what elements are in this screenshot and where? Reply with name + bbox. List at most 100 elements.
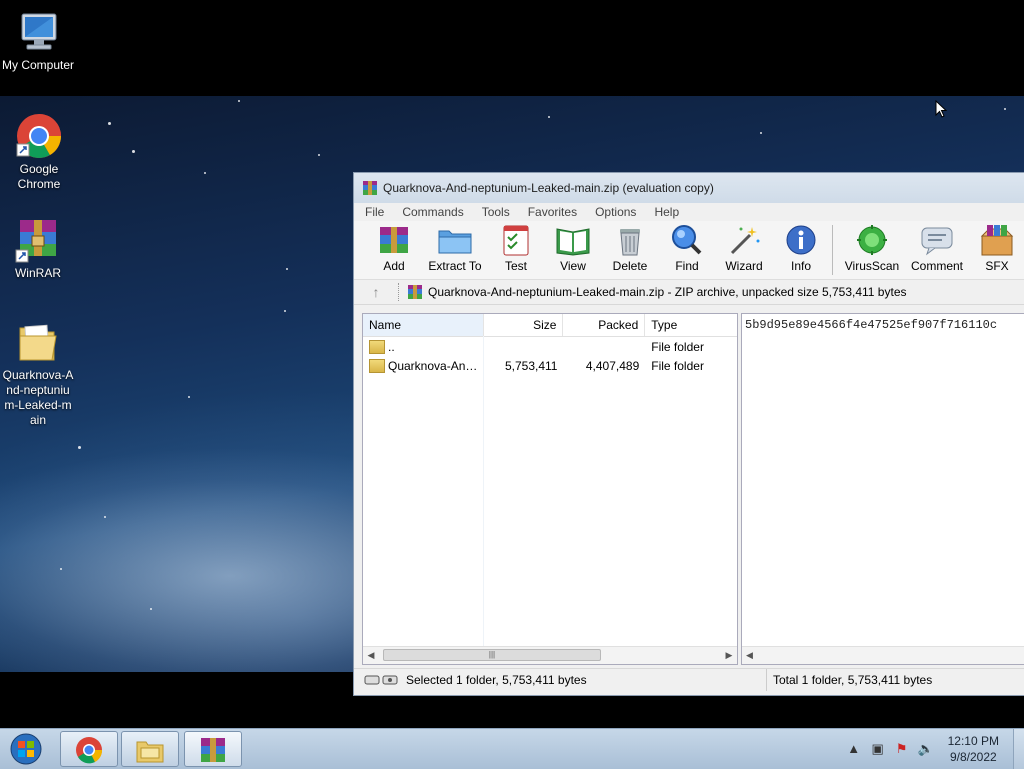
zip-archive-icon (408, 285, 422, 299)
wizard-button[interactable]: Wizard (716, 223, 772, 279)
column-name[interactable]: Name (363, 314, 484, 336)
sfx-box-icon (979, 223, 1015, 257)
chrome-icon (76, 737, 103, 764)
desktop-icon-google-chrome[interactable]: Google Chrome (0, 112, 78, 192)
scroll-left-icon[interactable]: ◀ (363, 647, 379, 664)
book-icon (555, 223, 591, 257)
table-row[interactable]: Quarknova-And... 5,753,411 4,407,489 Fil… (363, 356, 737, 375)
scroll-right-icon[interactable]: ▶ (721, 647, 737, 664)
magnifier-icon (669, 223, 705, 257)
folder-icon (14, 318, 62, 366)
system-tray: ▲ ▣ ⚑ 🔈 12:10 PM 9/8/2022 (846, 729, 1024, 769)
add-icon (376, 223, 412, 257)
desktop-icon-folder[interactable]: Quarknova-And-neptunium-Leaked-main (0, 318, 76, 428)
desktop: My Computer Google Chrome WinRAR Quarkno… (0, 0, 1024, 728)
winrar-icon (14, 216, 62, 264)
desktop-icon-my-computer[interactable]: My Computer (0, 8, 76, 73)
menu-tools[interactable]: Tools (479, 205, 513, 219)
status-selected: Selected 1 folder, 5,753,411 bytes (406, 673, 587, 687)
drive-icon (364, 675, 398, 685)
up-arrow-icon[interactable]: ↑ (364, 284, 388, 300)
taskbar-file-explorer[interactable] (121, 731, 179, 767)
volume-icon[interactable]: 🔈 (918, 741, 934, 757)
row-packed: 4,407,489 (585, 358, 640, 373)
title-bar[interactable]: Quarknova-And-neptunium-Leaked-main.zip … (354, 173, 1024, 203)
show-hidden-icons-icon[interactable]: ▲ (846, 741, 862, 757)
status-total: Total 1 folder, 5,753,411 bytes (766, 669, 932, 691)
column-packed[interactable]: Packed (563, 314, 646, 336)
action-center-flag-icon[interactable]: ⚑ (894, 741, 910, 757)
address-text[interactable]: Quarknova-And-neptunium-Leaked-main.zip … (428, 285, 907, 299)
comment-text: 5b9d95e89e4566f4e47525ef907f716110c (745, 318, 998, 332)
trash-icon (612, 223, 648, 257)
delete-button[interactable]: Delete (602, 223, 658, 279)
clock[interactable]: 12:10 PM 9/8/2022 (948, 733, 999, 765)
start-button[interactable] (8, 733, 44, 765)
comment-icon (919, 223, 955, 257)
column-type[interactable]: Type (645, 314, 737, 336)
taskbar: ▲ ▣ ⚑ 🔈 12:10 PM 9/8/2022 (0, 728, 1024, 769)
info-icon (783, 223, 819, 257)
desktop-icon-label: Google Chrome (17, 162, 61, 191)
row-type: File folder (651, 339, 704, 354)
virusscan-button[interactable]: VirusScan (839, 223, 905, 279)
status-bar: Selected 1 folder, 5,753,411 bytes Total… (354, 668, 1024, 691)
desktop-icon-label: WinRAR (14, 266, 61, 280)
winrar-window[interactable]: Quarknova-And-neptunium-Leaked-main.zip … (353, 172, 1024, 696)
chrome-icon (15, 112, 63, 160)
winrar-icon (363, 181, 377, 195)
show-desktop-button[interactable] (1013, 729, 1024, 769)
toolbar-separator (832, 225, 833, 275)
menu-bar: File Commands Tools Favorites Options He… (354, 203, 1024, 221)
menu-file[interactable]: File (362, 205, 387, 219)
mouse-cursor-icon (935, 100, 947, 118)
horizontal-scrollbar[interactable]: ◀ ||| ▶ (363, 646, 737, 664)
table-row[interactable]: .. File folder (363, 337, 737, 356)
address-grip (398, 283, 401, 301)
column-size[interactable]: Size (484, 314, 564, 336)
folder-icon (369, 339, 385, 354)
extract-to-button[interactable]: Extract To (423, 223, 487, 279)
address-bar: ↑ Quarknova-And-neptunium-Leaked-main.zi… (354, 280, 1024, 305)
info-button[interactable]: Info (773, 223, 829, 279)
menu-commands[interactable]: Commands (399, 205, 466, 219)
window-title: Quarknova-And-neptunium-Leaked-main.zip … (383, 181, 714, 195)
taskbar-winrar[interactable] (184, 731, 242, 767)
file-explorer-icon (136, 741, 164, 763)
sfx-button[interactable]: SFX (969, 223, 1024, 279)
row-name: Quarknova-And... (388, 358, 478, 373)
desktop-icon-winrar[interactable]: WinRAR (0, 216, 76, 281)
sorted-column-highlight (483, 336, 484, 646)
folder-icon (369, 358, 385, 373)
magic-wand-icon (726, 223, 762, 257)
menu-favorites[interactable]: Favorites (525, 205, 580, 219)
comment-pane[interactable]: 5b9d95e89e4566f4e47525ef907f716110c ◀ (741, 313, 1024, 665)
view-button[interactable]: View (545, 223, 601, 279)
file-list[interactable]: Name Size Packed Type .. File folder Qua… (362, 313, 738, 665)
row-type: File folder (651, 358, 704, 373)
computer-icon (14, 8, 62, 56)
desktop-icon-label: My Computer (1, 58, 75, 72)
file-list-header: Name Size Packed Type (363, 314, 737, 337)
add-button[interactable]: Add (366, 223, 422, 279)
taskbar-chrome[interactable] (60, 731, 118, 767)
scrollbar-thumb[interactable]: ||| (383, 649, 601, 661)
extract-folder-icon (437, 223, 473, 257)
toolbar: Add Extract To Test View Delete Find Wiz… (354, 221, 1024, 280)
clock-date: 9/8/2022 (949, 750, 997, 764)
find-button[interactable]: Find (659, 223, 715, 279)
scroll-left-icon[interactable]: ◀ (746, 647, 753, 664)
virus-icon (854, 223, 890, 257)
test-button[interactable]: Test (488, 223, 544, 279)
desktop-icon-label: Quarknova-And-neptunium-Leaked-main (2, 368, 74, 427)
row-name: .. (388, 339, 395, 354)
winrar-icon (201, 738, 225, 762)
comment-button[interactable]: Comment (906, 223, 968, 279)
menu-options[interactable]: Options (592, 205, 639, 219)
checklist-icon (498, 223, 534, 257)
menu-help[interactable]: Help (651, 205, 682, 219)
network-icon[interactable]: ▣ (870, 741, 886, 757)
row-size: 5,753,411 (504, 358, 558, 373)
clock-time: 12:10 PM (947, 734, 999, 748)
panes: Name Size Packed Type .. File folder Qua… (362, 313, 1024, 665)
